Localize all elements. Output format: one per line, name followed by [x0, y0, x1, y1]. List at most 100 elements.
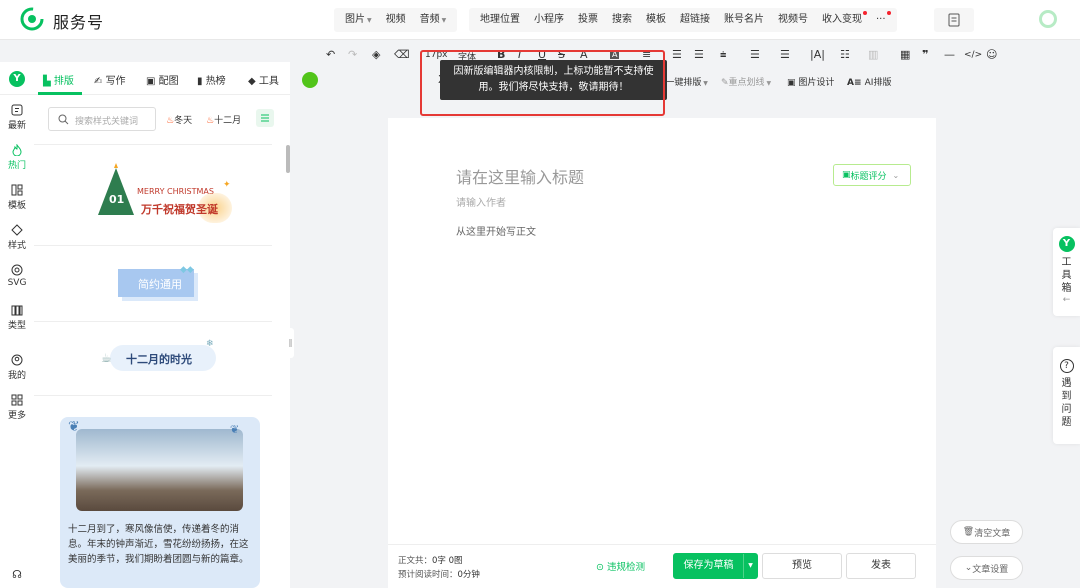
help-tab[interactable]: ? 遇到问题 [1053, 347, 1080, 444]
search-input[interactable]: 搜索样式关键词 [48, 107, 156, 131]
left-nav-hot[interactable]: 热门 [0, 144, 34, 171]
tab-hot-list[interactable]: ▮ 热榜 [197, 72, 226, 87]
panel-scrollbar[interactable] [286, 145, 290, 173]
tab-writing[interactable]: ✍ 写作 [94, 72, 126, 87]
violation-check-button[interactable]: ⊙ 违规检测 [596, 559, 645, 573]
toolbox-label: 工具箱 [1061, 257, 1072, 294]
word-count: 正文共：0字 0图 [398, 556, 463, 566]
headset-icon[interactable]: ☊ [0, 568, 34, 581]
media-nav-group: 图片 ▼ 视频 音频 ▼ [334, 8, 458, 33]
border-icon[interactable]: ▥ [868, 48, 878, 61]
search-placeholder: 搜索样式关键词 [75, 117, 139, 127]
paragraph-spacing-icon[interactable]: ☰ [780, 48, 790, 61]
format-toolbar: ↶ ↷ ◈ ⌫ 17px 字体 B I U S A A ≡ ☰ ☰ ⩧ ☰ ☰ … [290, 40, 1050, 70]
hot-tag-december[interactable]: ♨十二月 [206, 113, 241, 126]
style-card-december[interactable]: ☕ 十二月的时光 ❄ [48, 329, 272, 393]
nav-audio[interactable]: 音频 ▼ [413, 8, 454, 33]
app-logo-icon: Y [9, 71, 25, 87]
clear-article-button[interactable]: 🗑︎ 清空文章 [950, 520, 1023, 544]
highlight-line-button[interactable]: ✎重点划线 ▼ [721, 75, 771, 88]
author-input[interactable]: 请输入作者 [456, 194, 506, 209]
nav-video[interactable]: 视频 [379, 8, 413, 32]
grid-icon [11, 394, 23, 406]
clear-format-icon[interactable]: ⌫ [394, 48, 410, 61]
left-nav-svg[interactable]: SVG [0, 264, 34, 288]
title-input[interactable]: 请在这里输入标题 [456, 164, 584, 188]
align-bottom-icon[interactable]: ⩧ [720, 48, 726, 62]
left-nav-more[interactable]: 更多 [0, 394, 34, 421]
nav-vote[interactable]: 投票 [571, 8, 605, 32]
nav-more[interactable]: ··· [869, 8, 893, 32]
fire-icon: ♨ [166, 116, 175, 126]
panel-header: Y ▙ 排版 ✍ 写作 ▣ 配图 ▮ 热榜 ◆ 工具 [0, 62, 290, 95]
code-icon[interactable]: </> [964, 50, 982, 60]
divider-icon[interactable]: — [944, 48, 955, 61]
quote-icon[interactable]: ❞ [922, 48, 928, 61]
article-settings-button[interactable]: ⌄ 文章设置 [950, 556, 1023, 580]
flame-icon [12, 144, 22, 156]
notification-dot [863, 11, 867, 15]
document-button[interactable] [934, 8, 974, 32]
style-card-simple[interactable]: 简约通用 ◆◆ [48, 253, 272, 319]
type-icon [11, 305, 23, 316]
card-number: 01 [109, 193, 125, 206]
style-card-christmas[interactable]: 01 MERRY CHRISTMAS 万千祝福贺圣诞 ✦ [48, 153, 272, 241]
divider [34, 395, 272, 396]
ai-layout-button[interactable]: A≡ AI排版 [847, 75, 891, 88]
divider [34, 144, 272, 145]
nav-channels[interactable]: 视频号 [771, 8, 815, 32]
left-nav-mine[interactable]: 我的 [0, 354, 34, 381]
winter-window-image [76, 429, 243, 511]
svg-icon [11, 264, 23, 276]
nav-location[interactable]: 地理位置 [473, 8, 527, 32]
fire-icon: ♨ [206, 116, 215, 126]
publish-button[interactable]: 发表 [846, 553, 916, 579]
letter-spacing-icon[interactable]: |A| [810, 48, 825, 61]
tab-images[interactable]: ▣ 配图 [146, 72, 179, 87]
tab-tools[interactable]: ◆ 工具 [248, 72, 279, 87]
left-nav-style[interactable]: 样式 [0, 224, 34, 251]
notification-dot [886, 11, 891, 15]
left-nav-template[interactable]: 模板 [0, 184, 34, 211]
layout-icon: ▙ [43, 76, 54, 87]
image-design-button[interactable]: ▣ 图片设计 [787, 75, 834, 88]
left-nav-latest[interactable]: 最新 [0, 104, 34, 131]
nav-template[interactable]: 模板 [639, 8, 673, 32]
nav-search[interactable]: 搜索 [605, 8, 639, 32]
brand-name: 服务号 [53, 13, 105, 32]
style-card-winter-text[interactable]: ❦ ❦ 十二月到了，寒风像信使，传递着冬的消息。年末的钟声渐近，雪花纷纷扬扬，在… [60, 417, 260, 588]
left-nav-type[interactable]: 类型 [0, 304, 34, 331]
format-painter-icon[interactable]: ◈ [372, 48, 380, 61]
preview-button[interactable]: 预览 [762, 553, 842, 579]
body-input[interactable]: 从这里开始写正文 [456, 223, 536, 238]
save-draft-button[interactable]: 保存为草稿 ▼ [673, 553, 758, 579]
nav-monetize[interactable]: 收入变现 [815, 8, 869, 32]
caret-down-icon[interactable]: ▼ [743, 554, 757, 578]
list-view-button[interactable] [256, 109, 274, 127]
image-icon: ▣ [787, 78, 799, 88]
nav-image[interactable]: 图片 ▼ [338, 8, 379, 33]
insert-nav-group: 地理位置 小程序 投票 搜索 模板 超链接 账号名片 视频号 收入变现 ··· [469, 8, 897, 32]
tab-layout[interactable]: ▙ 排版 [43, 72, 74, 87]
toolbox-tab[interactable]: Y 工具箱 ← [1053, 228, 1080, 316]
shield-icon: ⊙ [596, 562, 607, 573]
indent-icon[interactable]: ☰ [672, 48, 682, 61]
user-icon [11, 354, 23, 366]
list-icon[interactable]: ☷ [840, 48, 850, 61]
title-score-button[interactable]: ▣ 标题评分 ⌄ [833, 164, 911, 186]
undo-icon[interactable]: ↶ [326, 48, 335, 61]
table-icon[interactable]: ▦ [900, 48, 910, 61]
nav-hyperlink[interactable]: 超链接 [673, 8, 717, 32]
list-icon [261, 114, 269, 122]
search-icon [58, 114, 69, 125]
align-center-icon[interactable]: ☰ [694, 48, 704, 61]
cube-icon: ◆ [248, 76, 259, 87]
hot-tag-winter[interactable]: ♨冬天 [166, 113, 192, 126]
collapse-handle[interactable]: ‖ [287, 328, 294, 358]
panel-toggle[interactable] [302, 72, 318, 88]
line-height-icon[interactable]: ☰ [750, 48, 760, 61]
emoji-icon[interactable]: ☺ [986, 48, 997, 61]
nav-miniprogram[interactable]: 小程序 [527, 8, 571, 32]
redo-icon[interactable]: ↷ [348, 48, 357, 61]
nav-account-card[interactable]: 账号名片 [717, 8, 771, 32]
